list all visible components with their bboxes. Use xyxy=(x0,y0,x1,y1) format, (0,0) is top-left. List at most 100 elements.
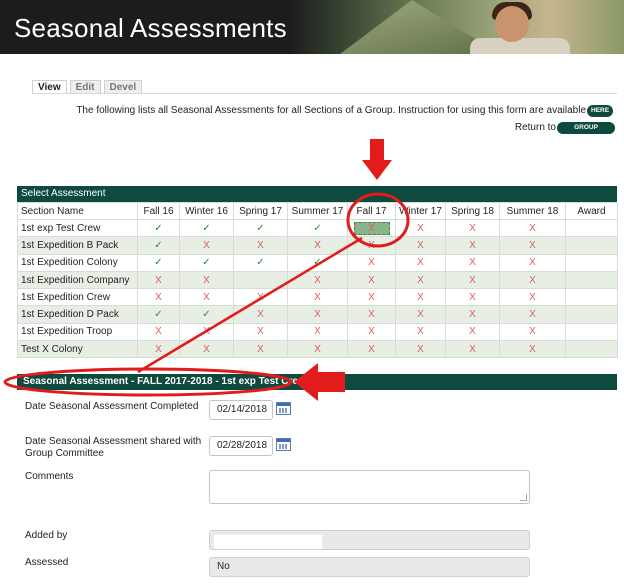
section-name-cell: 1st Expedition Colony xyxy=(17,253,138,272)
cross-icon: X xyxy=(155,326,162,338)
assessment-missing-cell[interactable]: X xyxy=(179,288,234,307)
assessment-complete-cell[interactable]: ✓ xyxy=(233,253,288,272)
column-header: Winter 17 xyxy=(395,202,446,220)
cross-icon: X xyxy=(529,274,536,286)
assessment-missing-cell[interactable]: X xyxy=(445,236,500,255)
assessment-missing-cell[interactable]: X xyxy=(137,340,180,359)
assessment-missing-cell[interactable]: X xyxy=(395,253,446,272)
assessment-missing-cell[interactable]: X xyxy=(445,253,500,272)
assessment-missing-cell[interactable]: X xyxy=(347,288,396,307)
assessment-missing-cell[interactable]: X xyxy=(233,305,288,324)
added-by-label: Added by xyxy=(25,530,68,541)
assessment-missing-cell[interactable]: X xyxy=(445,305,500,324)
assessment-selected-cell[interactable]: X xyxy=(347,218,396,238)
assessment-missing-cell[interactable]: X xyxy=(499,253,566,272)
assessment-missing-cell[interactable]: X xyxy=(395,340,446,359)
comments-textarea[interactable] xyxy=(209,470,530,504)
assessment-missing-cell[interactable]: X xyxy=(233,322,288,342)
check-icon: ✓ xyxy=(154,257,163,269)
assessment-missing-cell[interactable]: X xyxy=(137,270,180,290)
assessment-missing-cell[interactable]: X xyxy=(395,322,446,342)
assessment-missing-cell[interactable]: X xyxy=(287,305,348,324)
assessment-complete-cell[interactable]: ✓ xyxy=(287,253,348,272)
assessment-missing-cell[interactable]: X xyxy=(179,270,234,290)
assessment-missing-cell[interactable]: X xyxy=(347,305,396,324)
assessment-missing-cell[interactable]: X xyxy=(347,340,396,359)
assessment-missing-cell[interactable]: X xyxy=(347,253,396,272)
calendar-icon[interactable] xyxy=(276,402,291,415)
tab-edit[interactable]: Edit xyxy=(69,80,101,94)
empty-cell xyxy=(565,288,618,307)
date-completed-input[interactable]: 02/14/2018 xyxy=(209,400,273,420)
assessment-missing-cell[interactable]: X xyxy=(233,236,288,255)
assessment-missing-cell[interactable]: X xyxy=(499,218,566,238)
assessment-complete-cell[interactable]: ✓ xyxy=(233,218,288,238)
cross-icon: X xyxy=(314,326,321,338)
assessment-missing-cell[interactable]: X xyxy=(179,322,234,342)
assessment-missing-cell[interactable]: X xyxy=(395,288,446,307)
assessment-missing-cell[interactable]: X xyxy=(137,322,180,342)
assessment-missing-cell[interactable]: X xyxy=(287,322,348,342)
table-row: 1st Expedition D Pack ✓ ✓ X X X X X X xyxy=(17,305,618,324)
here-button[interactable]: HERE xyxy=(587,105,613,117)
cross-icon: X xyxy=(155,343,162,355)
empty-cell xyxy=(565,322,618,342)
assessment-missing-cell[interactable]: X xyxy=(137,288,180,307)
assessment-missing-cell[interactable]: X xyxy=(347,236,396,255)
return-to-text: Return to xyxy=(514,122,556,133)
assessment-missing-cell[interactable]: X xyxy=(395,236,446,255)
assessment-missing-cell[interactable]: X xyxy=(395,218,446,238)
assessment-complete-cell[interactable]: ✓ xyxy=(179,218,234,238)
assessment-missing-cell[interactable]: X xyxy=(347,322,396,342)
assessment-complete-cell[interactable]: ✓ xyxy=(137,218,180,238)
assessment-missing-cell[interactable]: X xyxy=(499,288,566,307)
assessment-missing-cell[interactable]: X xyxy=(347,270,396,290)
empty-cell xyxy=(233,270,288,290)
assessment-missing-cell[interactable]: X xyxy=(287,288,348,307)
assessment-missing-cell[interactable]: X xyxy=(499,270,566,290)
assessment-missing-cell[interactable]: X xyxy=(499,305,566,324)
calendar-icon[interactable] xyxy=(276,438,291,451)
assessment-complete-cell[interactable]: ✓ xyxy=(137,236,180,255)
assessment-missing-cell[interactable]: X xyxy=(179,340,234,359)
tab-devel[interactable]: Devel xyxy=(103,80,143,94)
comments-label: Comments xyxy=(25,471,74,482)
check-icon: ✓ xyxy=(202,257,211,269)
assessment-missing-cell[interactable]: X xyxy=(287,236,348,255)
table-row: 1st Expedition Troop X X X X X X X X xyxy=(17,322,618,342)
assessment-missing-cell[interactable]: X xyxy=(445,288,500,307)
assessment-missing-cell[interactable]: X xyxy=(233,288,288,307)
assessment-missing-cell[interactable]: X xyxy=(395,305,446,324)
check-icon: ✓ xyxy=(202,309,211,321)
assessment-table: Select Assessment Section Name Fall 16 W… xyxy=(17,186,618,359)
assessment-missing-cell[interactable]: X xyxy=(287,340,348,359)
assessment-missing-cell[interactable]: X xyxy=(499,340,566,359)
cross-icon: X xyxy=(314,309,321,321)
cross-icon: X xyxy=(314,291,321,303)
assessment-missing-cell[interactable]: X xyxy=(445,218,500,238)
tab-view[interactable]: View xyxy=(32,80,67,94)
assessment-complete-cell[interactable]: ✓ xyxy=(179,253,234,272)
assessment-missing-cell[interactable]: X xyxy=(499,236,566,255)
assessment-missing-cell[interactable]: X xyxy=(179,236,234,255)
page-banner: Seasonal Assessments xyxy=(0,0,624,54)
assessment-missing-cell[interactable]: X xyxy=(499,322,566,342)
assessment-missing-cell[interactable]: X xyxy=(445,270,500,290)
cross-icon: X xyxy=(529,222,536,234)
assessment-complete-cell[interactable]: ✓ xyxy=(137,305,180,324)
assessment-missing-cell[interactable]: X xyxy=(445,322,500,342)
selected-cell-highlight[interactable]: X xyxy=(353,221,390,235)
assessment-missing-cell[interactable]: X xyxy=(233,340,288,359)
assessment-complete-cell[interactable]: ✓ xyxy=(137,253,180,272)
assessment-complete-cell[interactable]: ✓ xyxy=(179,305,234,324)
empty-cell xyxy=(565,236,618,255)
section-name-cell: 1st Expedition D Pack xyxy=(17,305,138,324)
group-profile-button[interactable]: GROUP PROFILE xyxy=(557,122,615,143)
cross-icon: X xyxy=(529,291,536,303)
date-shared-input[interactable]: 02/28/2018 xyxy=(209,436,273,456)
table-row: 1st Expedition Colony ✓ ✓ ✓ ✓ X X X X xyxy=(17,253,618,272)
assessment-missing-cell[interactable]: X xyxy=(445,340,500,359)
assessment-missing-cell[interactable]: X xyxy=(287,270,348,290)
assessment-complete-cell[interactable]: ✓ xyxy=(287,218,348,238)
assessment-missing-cell[interactable]: X xyxy=(395,270,446,290)
